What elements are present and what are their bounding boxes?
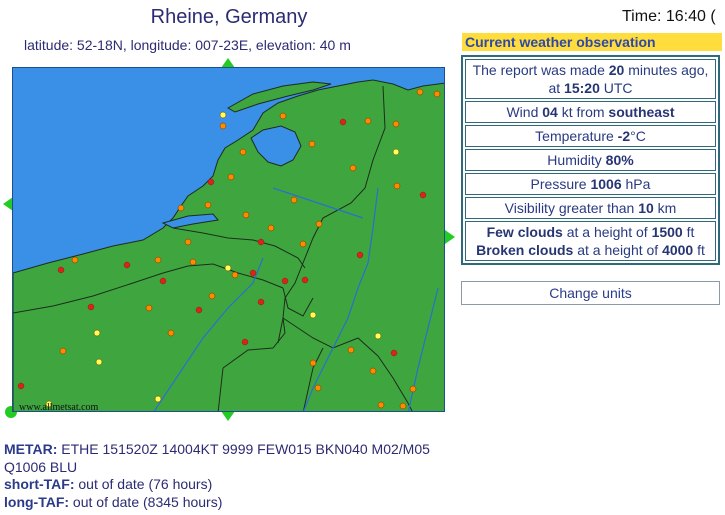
long-taf-line: long-TAF: out of date (8345 hours)	[4, 493, 223, 510]
time-label: Time: 16:40 (	[622, 8, 716, 25]
visibility-row: Visibility greater than 10 km	[465, 197, 716, 219]
pressure-row: Pressure 1006 hPa	[465, 173, 716, 195]
map-pan-south-arrow[interactable]	[221, 411, 235, 421]
location-title: Rheine, Germany	[150, 6, 308, 28]
humidity-row: Humidity 80%	[465, 149, 716, 171]
metar-line: METAR: ETHE 151520Z 14004KT 9999 FEW015 …	[4, 441, 430, 475]
location-coordinates: latitude: 52-18N, longitude: 007-23E, el…	[24, 37, 351, 53]
cloud-layer: Few clouds at a height of 1500 ft	[486, 224, 695, 240]
short-taf-line: short-TAF: out of date (76 hours)	[4, 476, 213, 492]
observation-table: The report was made 20 minutes ago, at 1…	[461, 55, 720, 265]
temperature-row: Temperature -2°C	[465, 125, 716, 147]
map-credit: www.allmetsat.com	[19, 402, 99, 412]
weather-map[interactable]: www.allmetsat.com	[12, 67, 445, 412]
report-time-row: The report was made 20 minutes ago, at 1…	[465, 59, 716, 99]
map-pan-east-arrow[interactable]	[445, 230, 455, 244]
map-land	[13, 79, 444, 411]
wind-row: Wind 04 kt from southeast	[465, 101, 716, 123]
cloud-layer: Broken clouds at a height of 4000 ft	[476, 242, 705, 258]
forecast-reports: METAR: ETHE 151520Z 14004KT 9999 FEW015 …	[4, 441, 454, 511]
clouds-row: Few clouds at a height of 1500 ft Broken…	[465, 221, 716, 261]
change-units-button[interactable]: Change units	[461, 281, 720, 305]
observation-header: Current weather observation	[462, 33, 722, 51]
